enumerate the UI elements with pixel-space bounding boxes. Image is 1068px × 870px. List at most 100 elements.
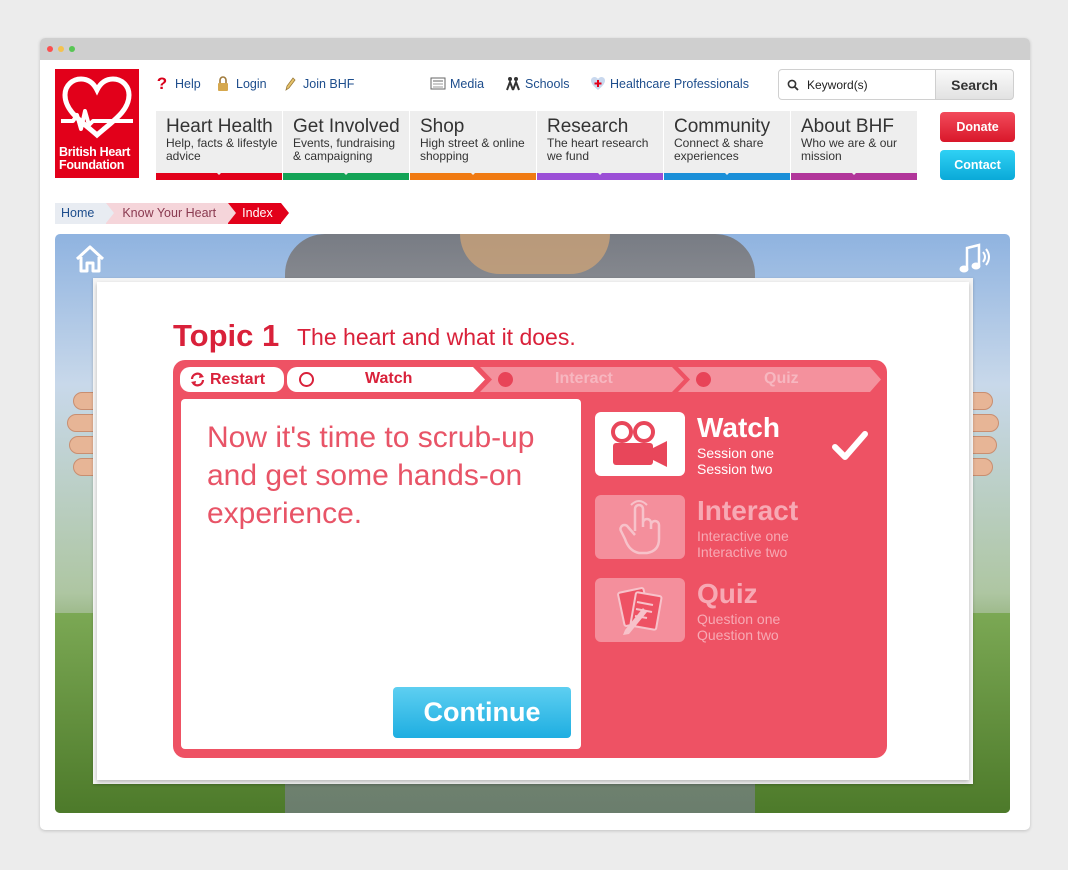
- search-field[interactable]: [778, 69, 936, 100]
- close-window-button[interactable]: [47, 46, 53, 52]
- nav-tab-notch: [722, 170, 732, 175]
- newspaper-icon: [430, 76, 446, 92]
- step-sub-1: Interactive one: [697, 528, 789, 544]
- step-title: Watch: [697, 412, 780, 443]
- tab-watch-label: Watch: [365, 370, 413, 387]
- nav-tab-subtitle: Events, fundraising & campaigning: [293, 136, 396, 163]
- step-interact[interactable]: Interact Interactive one Interactive two: [595, 495, 875, 561]
- login-link[interactable]: Login: [216, 76, 267, 92]
- breadcrumb-home[interactable]: Home: [55, 203, 115, 224]
- step-sub-1: Question one: [697, 611, 781, 627]
- donate-button[interactable]: Donate: [940, 112, 1015, 142]
- step-title: Quiz: [697, 578, 758, 609]
- tab-watch-indicator: [299, 372, 314, 387]
- nav-tab-notch: [595, 170, 605, 175]
- nav-tab-subtitle: The heart research we fund: [547, 136, 649, 163]
- step-interact-icon-box: [595, 495, 685, 559]
- restart-label: Restart: [210, 371, 266, 388]
- step-title: Interact: [697, 495, 799, 526]
- tab-watch[interactable]: Watch: [287, 367, 487, 392]
- nav-tab-about-bhf[interactable]: About BHF Who we are & our mission: [791, 111, 917, 180]
- tab-interact[interactable]: Interact: [480, 367, 685, 392]
- medical-heart-icon: [590, 76, 605, 92]
- papers-pencil-icon: [617, 587, 663, 635]
- nav-tab-research[interactable]: Research The heart research we fund: [537, 111, 663, 180]
- topic-title: The heart and what it does.: [297, 324, 576, 350]
- bhf-logo[interactable]: British Heart Foundation: [55, 69, 139, 178]
- restart-icon: [190, 372, 205, 387]
- nav-tab-subtitle: Connect & share experiences: [674, 136, 764, 163]
- step-watch[interactable]: Watch Session one Session two: [595, 412, 875, 478]
- maximize-window-button[interactable]: [69, 46, 75, 52]
- nav-tab-heart-health[interactable]: Heart Health Help, facts & lifestyle adv…: [156, 111, 282, 180]
- tab-quiz-indicator: [696, 372, 711, 387]
- window-titlebar: [40, 38, 1030, 60]
- checkmark-icon: [832, 431, 868, 460]
- lead-message: Now it's time to scrub-up and get some h…: [207, 421, 535, 530]
- nav-tab-subtitle: Who we are & our mission: [801, 136, 898, 163]
- step-quiz[interactable]: Quiz Question one Question two: [595, 578, 875, 644]
- step-subtitles: Question one Question two: [697, 611, 780, 643]
- children-icon: [505, 76, 520, 92]
- tab-interact-label: Interact: [555, 370, 613, 387]
- nav-tab-notch: [214, 170, 224, 175]
- continue-button[interactable]: Continue: [393, 687, 571, 738]
- video-camera-icon: [611, 421, 667, 467]
- nav-tab-shop[interactable]: Shop High street & online shopping: [410, 111, 536, 180]
- nav-tab-community[interactable]: Community Connect & share experiences: [664, 111, 790, 180]
- media-link-label: Media: [450, 77, 485, 91]
- nav-tab-title: Research: [547, 116, 629, 137]
- step-sub-1: Session one: [697, 445, 775, 461]
- pointing-hand-icon: [619, 500, 661, 555]
- heart-logo-icon: [61, 76, 133, 139]
- help-link[interactable]: ? Help: [155, 74, 201, 93]
- nav-tab-subtitle: Help, facts & lifestyle advice: [166, 136, 278, 163]
- step-subtitles: Session one Session two: [697, 445, 774, 477]
- nav-tab-title: Get Involved: [293, 116, 400, 137]
- step-sub-2: Interactive two: [697, 544, 788, 560]
- music-note-icon[interactable]: [955, 242, 993, 276]
- step-quiz-icon-box: [595, 578, 685, 642]
- step-subtitles: Interactive one Interactive two: [697, 528, 789, 560]
- paper-sign: Topic 1 The heart and what it does. Rest…: [97, 282, 969, 780]
- home-icon[interactable]: [73, 244, 107, 274]
- healthcare-professionals-link[interactable]: Healthcare Professionals: [590, 76, 749, 92]
- learning-module-stage: Topic 1 The heart and what it does. Rest…: [55, 234, 1010, 813]
- module-panel: Restart Watch Interact Quiz Now it's tim…: [173, 360, 887, 758]
- search-input[interactable]: [807, 77, 932, 93]
- tab-quiz-label: Quiz: [764, 370, 799, 387]
- tab-quiz[interactable]: Quiz: [678, 367, 882, 392]
- step-sub-2: Question two: [697, 627, 779, 643]
- search-icon: [787, 79, 799, 91]
- nav-tab-subtitle: High street & online shopping: [420, 136, 525, 163]
- browser-window: British Heart Foundation ? Help Login Jo…: [40, 38, 1030, 830]
- media-link[interactable]: Media: [430, 76, 484, 92]
- help-link-label: Help: [175, 77, 201, 91]
- search-button[interactable]: Search: [935, 69, 1014, 100]
- nav-tab-notch: [468, 170, 478, 175]
- nav-tab-title: About BHF: [801, 116, 894, 137]
- topic-number: Topic 1: [173, 318, 280, 353]
- step-watch-icon-box: [595, 412, 685, 476]
- person-neck: [460, 234, 610, 274]
- step-sub-2: Session two: [697, 461, 773, 477]
- login-link-label: Login: [236, 77, 267, 91]
- join-bhf-link[interactable]: Join BHF: [283, 76, 354, 92]
- breadcrumb-know-your-heart[interactable]: Know Your Heart: [106, 203, 236, 224]
- help-icon: ?: [156, 74, 168, 93]
- pencil-icon: [283, 76, 297, 92]
- schools-link[interactable]: Schools: [505, 76, 569, 92]
- minimize-window-button[interactable]: [58, 46, 64, 52]
- restart-button[interactable]: Restart: [180, 367, 284, 392]
- nav-tab-title: Heart Health: [166, 116, 273, 137]
- healthcare-professionals-label: Healthcare Professionals: [610, 77, 749, 91]
- schools-link-label: Schools: [525, 77, 570, 91]
- tab-interact-indicator: [498, 372, 513, 387]
- nav-tab-title: Community: [674, 116, 771, 137]
- contact-button[interactable]: Contact: [940, 150, 1015, 180]
- nav-tab-title: Shop: [420, 116, 465, 137]
- logo-text: British Heart Foundation: [59, 145, 131, 172]
- nav-tab-get-involved[interactable]: Get Involved Events, fundraising & campa…: [283, 111, 409, 180]
- padlock-icon: [216, 76, 230, 92]
- nav-tab-notch: [849, 170, 859, 175]
